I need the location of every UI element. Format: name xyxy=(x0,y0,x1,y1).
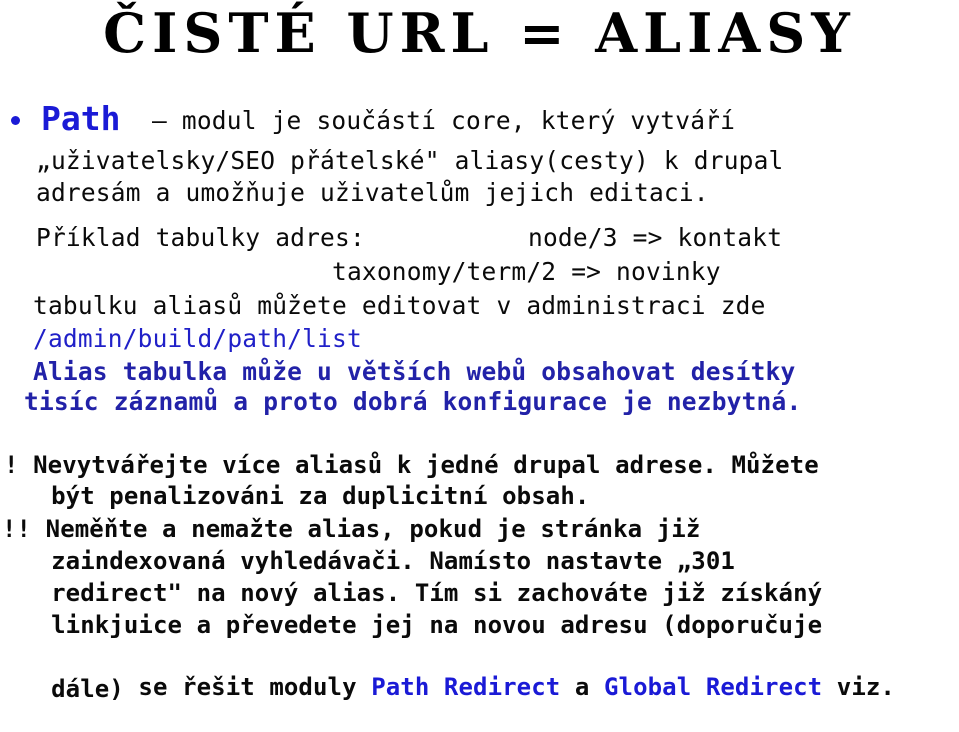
bullet-path-description: – modul je součástí core, který vytváří xyxy=(152,106,736,135)
module-link-global-redirect[interactable]: Global Redirect xyxy=(604,673,822,701)
modules-prefix: se řešit moduly xyxy=(109,673,372,701)
module-link-path-redirect[interactable]: Path Redirect xyxy=(371,673,560,701)
modules-middle: a xyxy=(560,673,604,701)
blue-note-line-2: tisíc záznamů a proto dobrá konfigurace … xyxy=(24,387,802,416)
warning-1-line-1: ! Nevytvářejte více aliasů k jedné drupa… xyxy=(4,451,819,479)
blue-note-line-1: Alias tabulka může u větších webů obsaho… xyxy=(33,357,796,386)
bullet-item-path: Path – modul je součástí core, který vyt… xyxy=(0,100,959,140)
slide-canvas: ČISTÉ URL = ALIASY Path – modul je součá… xyxy=(0,0,959,704)
example-row-2: taxonomy/term/2 => novinky xyxy=(332,257,721,286)
modules-suffix: viz. xyxy=(822,673,895,701)
bullet-dot-icon xyxy=(11,116,20,125)
warning-2-line-2: zaindexovaná vyhledávači. Namísto nastav… xyxy=(22,547,735,575)
intro-line-1: „uživatelsky/SEO přátelské" aliasy(cesty… xyxy=(36,146,784,175)
admin-path-link[interactable]: /admin/build/path/list xyxy=(33,324,362,354)
intro-line-2: adresám a umožňuje uživatelům jejich edi… xyxy=(36,178,709,207)
last-line: dále) xyxy=(22,675,124,703)
modules-line: se řešit moduly Path Redirect a Global R… xyxy=(22,642,895,732)
page-title: ČISTÉ URL = ALIASY xyxy=(103,1,856,65)
warning-2-line-4: linkjuice a převedete jej na novou adres… xyxy=(22,611,823,639)
example-row-1: node/3 => kontakt xyxy=(528,223,783,252)
example-label: Příklad tabulky adres: xyxy=(36,223,365,252)
warning-2-line-1: !! Neměňte a nemažte alias, pokud je str… xyxy=(2,515,701,543)
slide-body: Path – modul je součástí core, který vyt… xyxy=(0,100,959,704)
keyword-path: Path xyxy=(41,99,121,138)
admin-edit-text: tabulku aliasů můžete editovat v adminis… xyxy=(33,291,766,320)
warning-1-line-2: být penalizováni za duplicitní obsah. xyxy=(22,482,590,510)
warning-2-line-3: redirect" na nový alias. Tím si zachovát… xyxy=(22,579,823,607)
